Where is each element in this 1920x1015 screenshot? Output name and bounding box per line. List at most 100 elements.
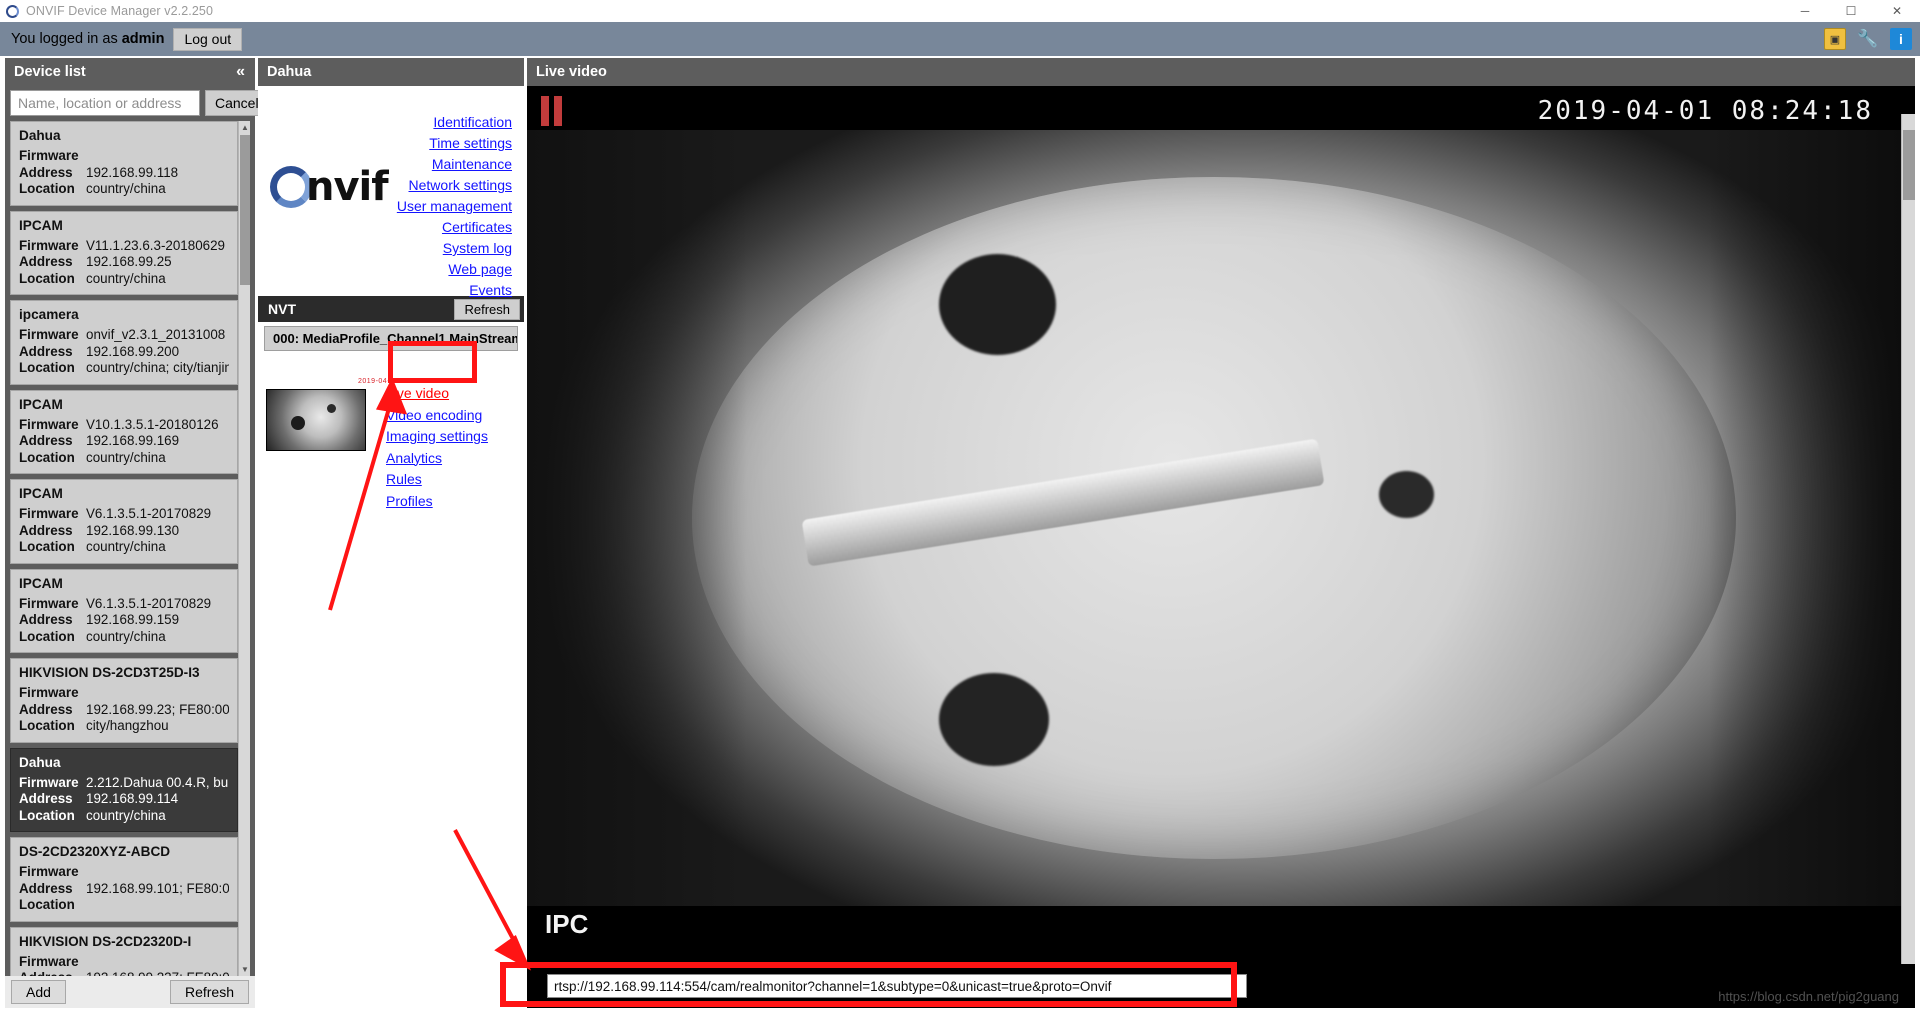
device-name: Dahua [19,754,61,770]
firmware-label: Firmware [19,237,79,253]
maximize-button[interactable]: ☐ [1828,0,1874,22]
address-value: 192.168.99.227; FE80:0000 [86,970,229,976]
firmware-label: Firmware [19,148,79,163]
address-value: 192.168.99.114 [86,791,179,806]
device-location-row: Location country/china [19,271,229,288]
watermark-text: https://blog.csdn.net/pig2guang [1718,989,1899,1004]
device-firmware-row: Firmware V10.1.3.5.1-20180126 [19,417,229,434]
profile-link-imaging-settings[interactable]: Imaging settings [386,426,488,448]
onvif-logo-text: nvif [306,164,389,210]
location-value: country/china [86,270,166,286]
device-detail-title: Dahua [267,64,312,80]
device-name: IPCAM [19,575,63,591]
nav-link-maintenance[interactable]: Maintenance [432,154,512,175]
device-card[interactable]: HIKVISION DS-2CD2320D-I Firmware Address… [10,926,238,976]
device-detail-panel: Dahua nvif Identification Time settings Ma… [258,58,524,1008]
video-osd-channel-name: IPC [545,909,589,939]
image-icon[interactable]: ▣ [1824,28,1846,50]
nav-link-web-page[interactable]: Web page [448,259,512,280]
video-shade-left [527,130,747,906]
location-label: Location [19,270,75,286]
device-name: HIKVISION DS-2CD3T25D-I3 [19,665,200,680]
nav-link-system-log[interactable]: System log [443,238,512,259]
device-list-scroll-area: Dahua Firmware Address 192.168.99.118 Lo… [10,121,250,976]
profile-link-rules[interactable]: Rules [386,469,488,491]
nav-link-network-settings[interactable]: Network settings [409,175,512,196]
device-search-input[interactable] [10,90,200,116]
nav-link-time-settings[interactable]: Time settings [429,133,512,154]
address-label: Address [19,254,73,269]
nvt-refresh-button[interactable]: Refresh [454,298,520,320]
thumbnail-detail-a [291,416,305,430]
nav-link-user-management[interactable]: User management [397,196,512,217]
device-firmware-row: Firmware V11.1.23.6.3-20180629 [19,238,229,255]
profile-link-profiles[interactable]: Profiles [386,491,488,513]
location-value: country/china [86,628,166,644]
media-profile-select[interactable]: 000: MediaProfile_Channel1 MainStream [264,326,518,351]
device-card[interactable]: ipcamera Firmware onvif_v2.3.1_20131008 … [10,300,238,385]
window-titlebar: ONVIF Device Manager v2.2.250 ─ ☐ ✕ [0,0,1920,22]
scroll-down-icon[interactable]: ▼ [239,963,250,976]
location-value: country/china [86,181,166,196]
add-device-button[interactable]: Add [11,980,66,1004]
device-card[interactable]: IPCAM Firmware V11.1.23.6.3-20180629 Add… [10,210,238,295]
logout-button[interactable]: Log out [173,27,243,51]
scrollbar-thumb[interactable] [240,135,250,285]
nvt-title: NVT [268,301,296,317]
device-location-row: Location [19,897,229,914]
address-label: Address [19,970,86,976]
device-address-row: Address 192.168.99.159 [19,612,229,629]
device-card[interactable]: HIKVISION DS-2CD3T25D-I3 Firmware Addres… [10,658,238,743]
device-list-scrollbar[interactable]: ▲ ▼ [238,121,250,976]
video-scrollbar[interactable] [1901,114,1915,964]
window-title: ONVIF Device Manager v2.2.250 [26,4,214,18]
toolbar-icons: ▣ 🔧 i [1824,22,1912,56]
device-location-row: Location country/china [19,450,229,467]
device-address-row: Address 192.168.99.227; FE80:0000 [19,970,229,976]
profile-link-video-encoding[interactable]: Video encoding [386,405,488,427]
device-list-panel: Device list « Cancel Dahua Firmware Addr… [5,58,269,1008]
device-card[interactable]: DS-2CD2320XYZ-ABCD Firmware Address 192.… [10,837,238,922]
pause-icon[interactable] [541,96,567,126]
video-canvas[interactable]: 2019-04-01 08:24:18 IPC [527,86,1901,964]
firmware-value: V6.1.3.5.1-20170829 [86,595,212,611]
profile-thumbnail[interactable] [266,389,366,451]
profile-link-analytics[interactable]: Analytics [386,448,488,470]
stream-url-input[interactable] [547,974,1247,998]
device-location-row: Location country/china [19,181,229,198]
address-value: 192.168.99.25 [86,254,172,269]
device-card[interactable]: IPCAM Firmware V10.1.3.5.1-20180126 Addr… [10,389,238,474]
minimize-button[interactable]: ─ [1782,0,1828,22]
device-search-row: Cancel [5,86,269,121]
address-value: 192.168.99.130 [86,522,180,538]
refresh-devices-button[interactable]: Refresh [169,980,249,1004]
info-icon[interactable]: i [1890,28,1912,50]
device-card[interactable]: IPCAM Firmware V6.1.3.5.1-20170829 Addre… [10,479,238,564]
nav-link-certificates[interactable]: Certificates [442,217,512,238]
collapse-panel-icon[interactable]: « [236,63,255,81]
device-firmware-row: Firmware [19,954,229,971]
address-label: Address [19,522,73,538]
device-card[interactable]: Dahua Firmware Address 192.168.99.118 Lo… [10,121,238,206]
firmware-value: V10.1.3.5.1-20180126 [86,416,219,432]
device-card[interactable]: Dahua Firmware 2.212.Dahua 00.4.R, build… [10,747,238,832]
close-button[interactable]: ✕ [1874,0,1920,22]
video-scrollbar-thumb[interactable] [1903,130,1915,200]
profile-link-live-video[interactable]: Live video [386,383,488,405]
location-label: Location [19,807,75,823]
firmware-label: Firmware [19,595,79,611]
location-value: country/china [86,539,166,554]
location-label: Location [19,181,75,196]
wrench-icon[interactable]: 🔧 [1857,28,1879,50]
firmware-label: Firmware [19,685,79,700]
location-label: Location [19,628,75,644]
stream-url-bar [527,964,1901,1008]
device-firmware-row: Firmware [19,148,229,165]
firmware-label: Firmware [19,864,79,879]
nav-link-identification[interactable]: Identification [433,112,512,133]
scroll-up-icon[interactable]: ▲ [239,121,250,134]
address-label: Address [19,880,73,896]
device-card[interactable]: IPCAM Firmware V6.1.3.5.1-20170829 Addre… [10,568,238,653]
device-name: Dahua [19,128,61,143]
nav-link-events[interactable]: Events [469,280,512,301]
